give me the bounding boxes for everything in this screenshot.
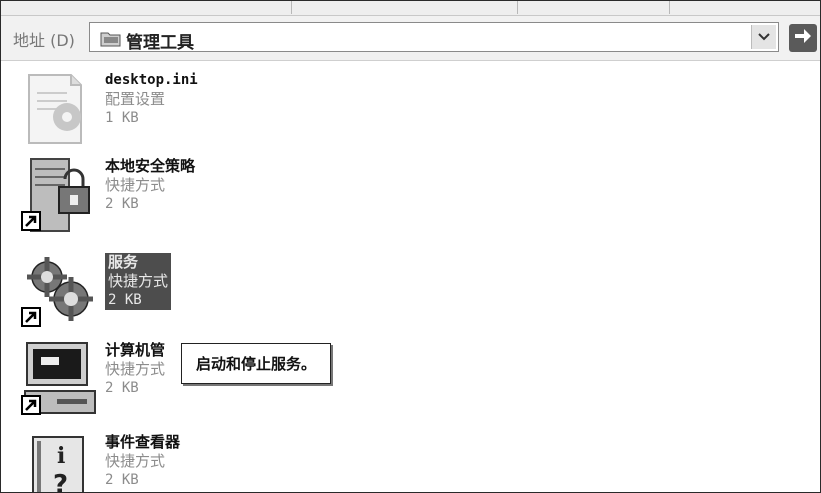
toolbar-separator — [517, 1, 518, 14]
arrow-right-icon — [793, 27, 813, 49]
file-name: 事件查看器 — [105, 433, 181, 451]
list-item[interactable]: 本地安全策略 快捷方式 2 KB — [19, 155, 419, 235]
list-item[interactable]: i ? 事件查看器 快捷方式 2 KB — [19, 431, 419, 493]
shortcut-arrow-icon — [21, 211, 41, 235]
file-type: 配置设置 — [105, 90, 166, 108]
shortcut-arrow-icon — [21, 395, 41, 419]
svg-text:i: i — [57, 443, 65, 469]
shortcut-arrow-icon — [21, 307, 41, 331]
address-label: 地址 (D) — [13, 31, 75, 50]
file-size: 2 KB — [105, 380, 139, 396]
file-type: 快捷方式 — [105, 360, 166, 378]
settings-file-icon — [19, 69, 99, 149]
file-size: 2 KB — [108, 292, 142, 308]
toolbar-separator — [291, 1, 292, 14]
event-viewer-icon: i ? — [19, 431, 99, 493]
explorer-window: 地址 (D) 管理工具 desktop.ini 配置设置 1 KB 本地安全策略… — [0, 0, 821, 493]
file-name: desktop.ini — [105, 72, 198, 88]
file-type: 快捷方式 — [105, 176, 166, 194]
file-info: 服务 快捷方式 2 KB — [105, 253, 172, 310]
file-name: 计算机管 — [105, 341, 166, 359]
file-name: 服务 — [108, 253, 139, 271]
file-size: 2 KB — [105, 196, 139, 212]
svg-text:?: ? — [53, 470, 68, 493]
file-size: 1 KB — [105, 110, 139, 126]
list-item[interactable]: desktop.ini 配置设置 1 KB — [19, 69, 419, 149]
address-bar: 地址 (D) 管理工具 — [1, 16, 820, 61]
file-info: 事件查看器 快捷方式 2 KB — [105, 433, 180, 490]
file-name: 本地安全策略 — [105, 157, 196, 175]
list-item[interactable]: 服务 快捷方式 2 KB — [19, 251, 419, 331]
toolbar-strip — [1, 1, 820, 16]
toolbar-separator — [669, 1, 670, 14]
address-input[interactable]: 管理工具 — [89, 22, 779, 53]
file-size: 2 KB — [105, 472, 139, 488]
file-info: 计算机管 快捷方式 2 KB — [105, 341, 165, 398]
file-info: desktop.ini 配置设置 1 KB — [105, 71, 198, 128]
folder-icon — [100, 29, 122, 51]
file-list: desktop.ini 配置设置 1 KB 本地安全策略 快捷方式 2 KB 服… — [1, 61, 820, 493]
tooltip: 启动和停止服务。 — [181, 343, 332, 384]
file-info: 本地安全策略 快捷方式 2 KB — [105, 157, 195, 214]
file-type: 快捷方式 — [108, 272, 169, 290]
go-button[interactable] — [789, 24, 817, 52]
address-path: 管理工具 — [126, 33, 194, 53]
chevron-down-icon[interactable] — [751, 25, 776, 49]
file-type: 快捷方式 — [105, 452, 166, 470]
